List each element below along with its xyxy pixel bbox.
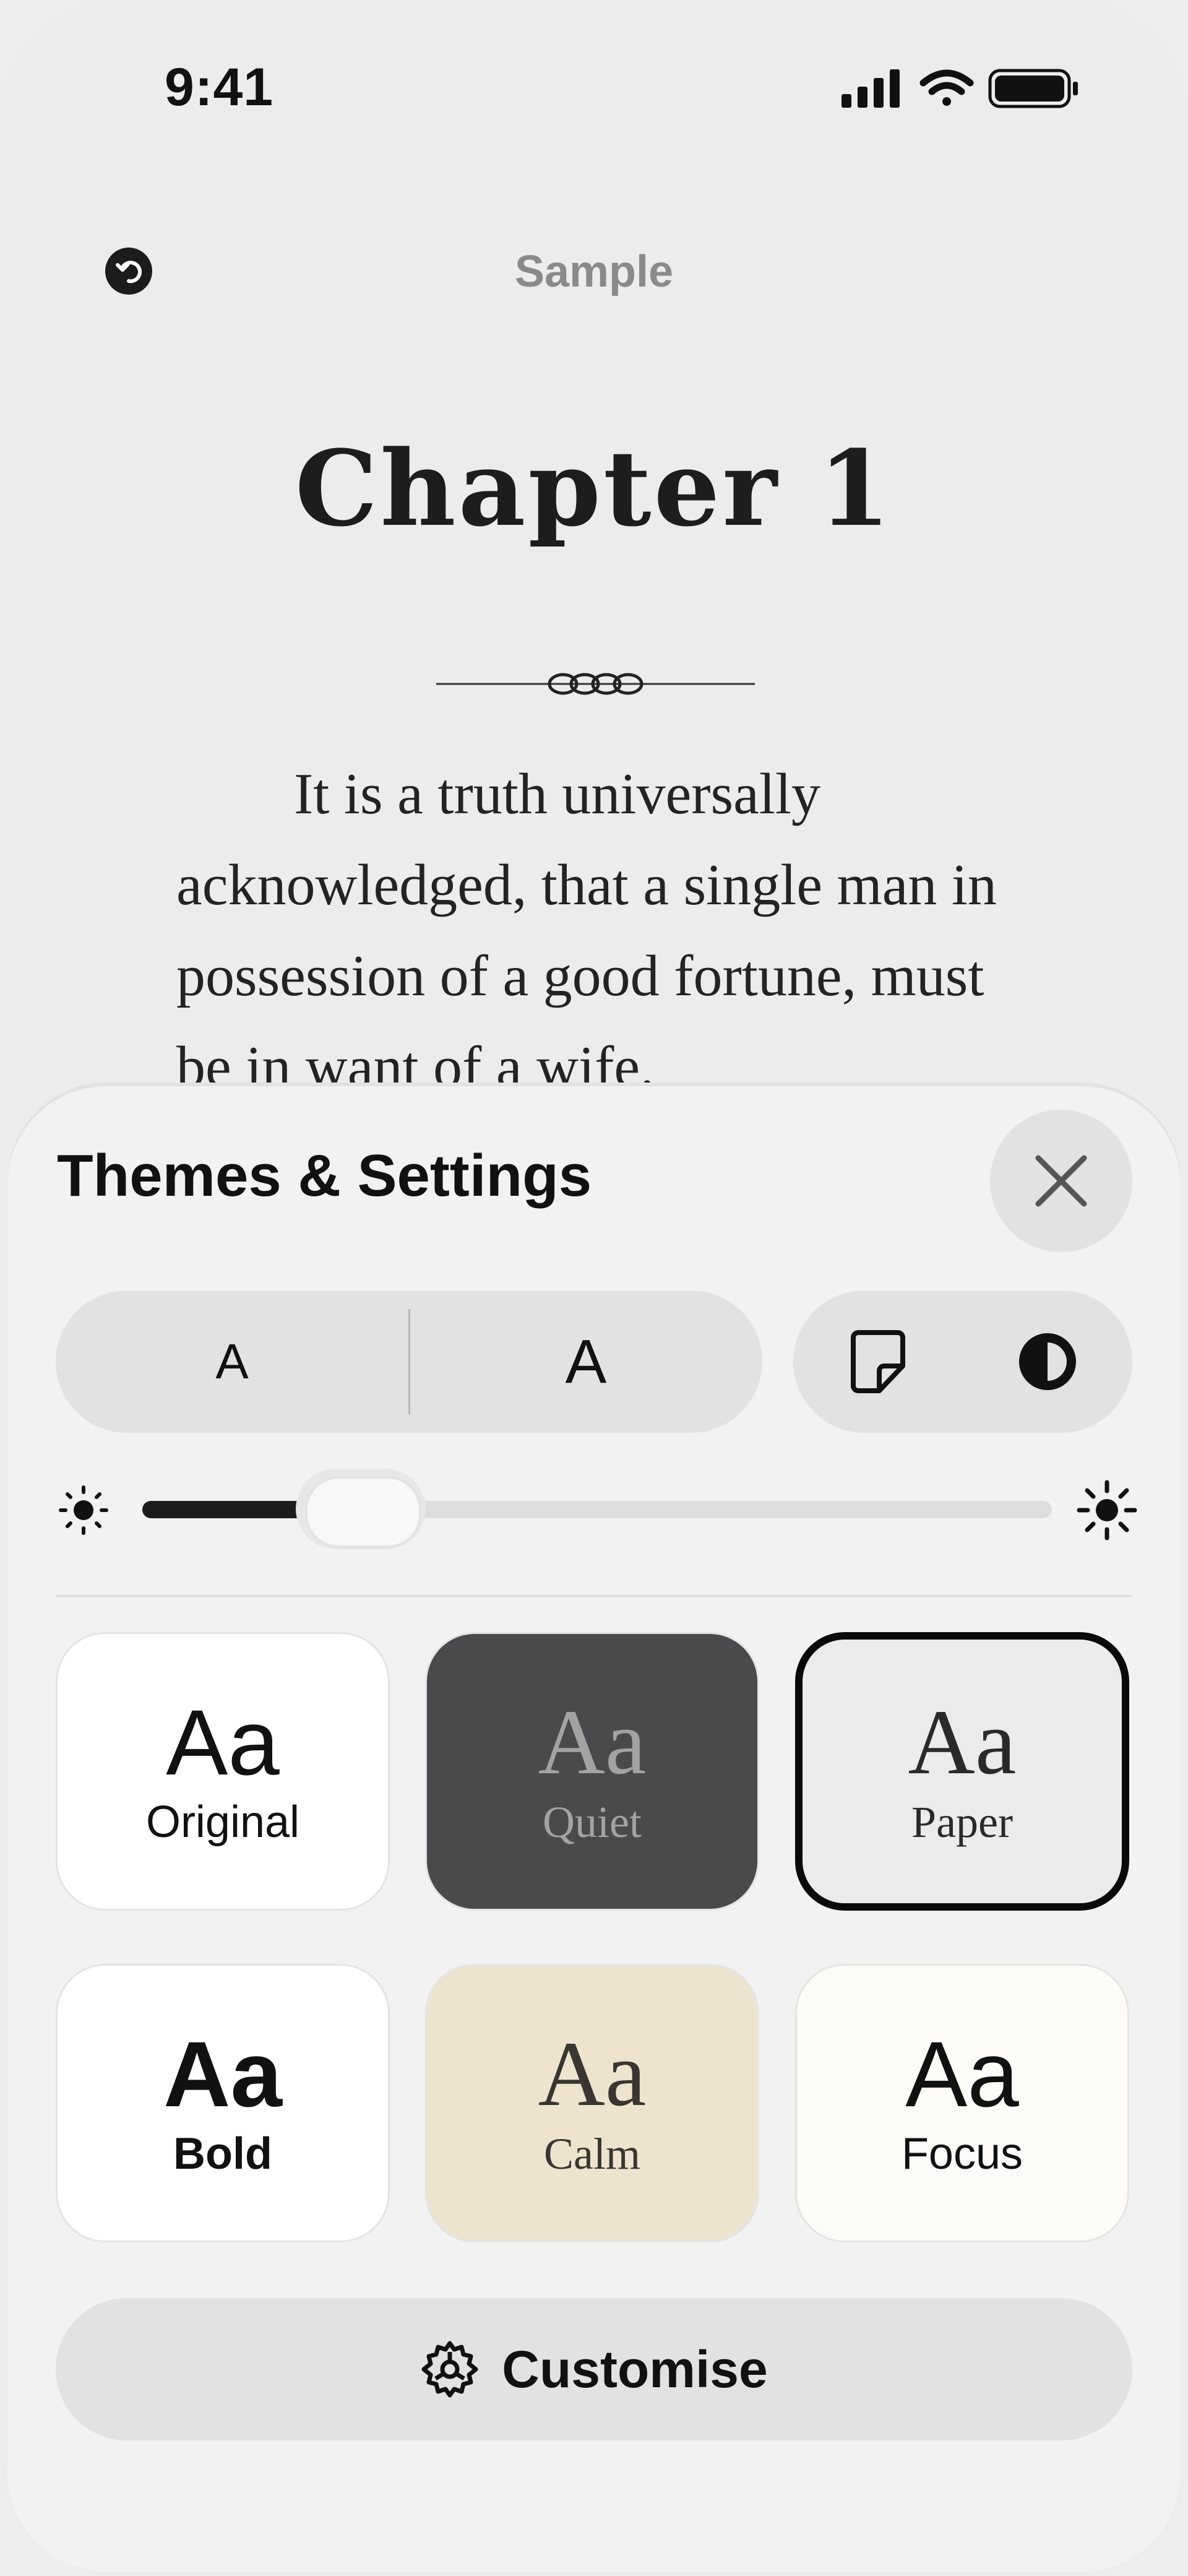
- theme-calm-sample: Aa: [538, 2023, 647, 2125]
- theme-focus-card[interactable]: Aa Focus: [795, 1964, 1129, 2242]
- theme-original-card[interactable]: Aa Original: [56, 1632, 390, 1911]
- theme-focus-sample: Aa: [905, 2022, 1019, 2126]
- customise-button[interactable]: Customise: [56, 2298, 1132, 2440]
- view-options: [793, 1290, 1132, 1433]
- status-icons: [842, 67, 1089, 110]
- signal-icon: [842, 69, 900, 108]
- reader-header: Sample: [0, 229, 1188, 316]
- contrast-button[interactable]: [963, 1290, 1132, 1433]
- theme-focus-label: Focus: [901, 2129, 1023, 2179]
- battery-icon: [988, 69, 1078, 108]
- theme-quiet-card[interactable]: Aa Quiet: [425, 1632, 759, 1911]
- status-bar: 9:41: [0, 0, 1188, 149]
- status-time: 9:41: [165, 58, 274, 117]
- brightness-slider-thumb[interactable]: [304, 1476, 421, 1548]
- theme-paper-label: Paper: [911, 1797, 1013, 1847]
- theme-original-sample: Aa: [166, 1690, 280, 1794]
- theme-original-label: Original: [145, 1797, 300, 1847]
- brightness-low-icon: [59, 1485, 108, 1535]
- customise-label: Customise: [502, 2340, 768, 2398]
- theme-bold-label: Bold: [173, 2129, 272, 2179]
- theme-paper-card[interactable]: Aa Paper: [795, 1632, 1129, 1911]
- wifi-icon: [919, 69, 974, 106]
- brightness-control: [56, 1469, 1137, 1550]
- theme-calm-card[interactable]: Aa Calm: [425, 1964, 759, 2242]
- body-text: It is a truth universally acknowledged, …: [176, 762, 997, 1099]
- ornament-divider: [436, 673, 755, 695]
- brightness-high-icon: [1077, 1480, 1137, 1541]
- page-view-icon: [851, 1330, 905, 1393]
- book-title: Sample: [514, 247, 674, 296]
- decrease-font-button[interactable]: A: [56, 1290, 408, 1433]
- page-view-button[interactable]: [793, 1290, 963, 1433]
- theme-quiet-label: Quiet: [543, 1797, 642, 1847]
- themes-settings-sheet: Themes & Settings A A Aa Original Aa Qui…: [7, 1086, 1181, 2572]
- sheet-divider: [56, 1595, 1132, 1597]
- sheet-title: Themes & Settings: [57, 1143, 592, 1209]
- theme-bold-card[interactable]: Aa Bold: [56, 1964, 390, 2242]
- gear-icon: [421, 2341, 478, 2398]
- close-button[interactable]: [990, 1110, 1132, 1252]
- close-icon: [1035, 1155, 1087, 1207]
- font-size-control: A A: [56, 1290, 762, 1433]
- theme-quiet-sample: Aa: [538, 1691, 647, 1794]
- theme-bold-sample: Aa: [163, 2022, 282, 2126]
- chapter-title: Chapter 1: [295, 427, 893, 550]
- theme-calm-label: Calm: [544, 2129, 640, 2179]
- theme-paper-sample: Aa: [908, 1691, 1017, 1794]
- contrast-icon: [1019, 1333, 1076, 1390]
- increase-font-button[interactable]: A: [410, 1290, 762, 1433]
- phone-screen: 9:41 Sample Chapter 1 It is a truth univ…: [0, 0, 1188, 2576]
- brightness-slider[interactable]: [142, 1469, 1052, 1549]
